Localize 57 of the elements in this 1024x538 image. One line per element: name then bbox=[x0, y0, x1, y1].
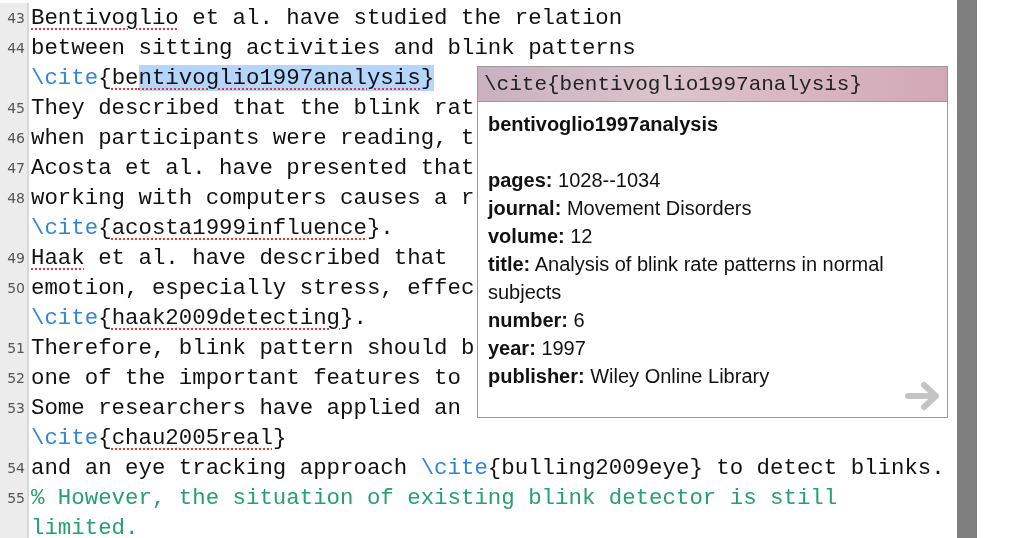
latex-command: \cite bbox=[31, 425, 99, 451]
code-text: be bbox=[111, 65, 139, 91]
scrollbar[interactable] bbox=[957, 0, 977, 538]
line-number: 51 bbox=[7, 340, 25, 356]
code-text: }. bbox=[366, 215, 394, 241]
latex-command: \cite bbox=[31, 65, 99, 91]
line-number: 49 bbox=[7, 250, 25, 266]
latex-command: \cite bbox=[31, 215, 99, 241]
line-number: 44 bbox=[7, 40, 25, 56]
arrow-right-icon[interactable] bbox=[905, 381, 941, 411]
code-text: { bbox=[98, 65, 112, 91]
line-number: 53 bbox=[7, 400, 25, 416]
code-text: Bentivoglio bbox=[31, 5, 179, 31]
code-text: }. bbox=[340, 305, 367, 331]
code-text: Acosta et al. have presented that bbox=[31, 155, 475, 181]
citation-field: pages: 1028--1034 bbox=[488, 166, 661, 194]
code-text: et al. have described that bbox=[97, 245, 448, 271]
code-text: { bbox=[98, 305, 112, 331]
line-number: 54 bbox=[7, 460, 25, 476]
code-text: ntivoglio1997analysis bbox=[138, 65, 421, 91]
code-text: Haak bbox=[31, 245, 85, 271]
latex-command: \cite bbox=[420, 455, 488, 481]
citation-field: number: 6 bbox=[488, 306, 585, 334]
code-text: { bbox=[98, 215, 112, 241]
citation-key: bentivoglio1997analysis bbox=[488, 110, 719, 138]
code-text: } bbox=[272, 425, 287, 451]
latex-comment: % However, the situation of existing blink detector is still bbox=[31, 485, 838, 511]
code-text: {bulling2009eye} to detect blinks. bbox=[487, 455, 945, 481]
code-text: and an eye tracking approach bbox=[31, 455, 409, 481]
line-number: 50 bbox=[7, 280, 25, 296]
line-number: 46 bbox=[7, 130, 25, 146]
popup-title: \cite{bentivoglio1997analysis} bbox=[478, 67, 947, 102]
code-text: et al. have studied the relation bbox=[191, 5, 623, 31]
code-text: They described that the blink rat bbox=[31, 95, 475, 121]
line-number: 45 bbox=[7, 100, 25, 116]
code-text: emotion, especially stress, effec bbox=[31, 275, 475, 301]
code-text: one of the important features to bbox=[31, 365, 461, 391]
code-text: acosta1999influence bbox=[111, 215, 367, 241]
line-number: 47 bbox=[7, 160, 25, 176]
code-text: Therefore, blink pattern should b bbox=[31, 335, 475, 361]
code-text: Some researchers have applied an bbox=[31, 395, 461, 421]
code-text: between sitting activities and blink patterns bbox=[31, 35, 636, 61]
latex-command: \cite bbox=[31, 305, 99, 331]
citation-field: journal: Movement Disorders bbox=[488, 194, 752, 222]
line-number: 48 bbox=[7, 190, 25, 206]
line-number: 43 bbox=[7, 10, 25, 26]
code-text: when participants were reading, t bbox=[31, 125, 475, 151]
code-text: haak2009detecting bbox=[111, 305, 341, 331]
line-number: 52 bbox=[7, 370, 25, 386]
code-text: chau2005real bbox=[111, 425, 273, 451]
latex-comment: limited. bbox=[31, 515, 139, 538]
citation-field: volume: 12 bbox=[488, 222, 593, 250]
code-text: working with computers causes a r bbox=[31, 185, 475, 211]
line-number: 55 bbox=[7, 490, 25, 506]
citation-field: publisher: Wiley Online Library bbox=[488, 362, 770, 390]
citation-field: year: 1997 bbox=[488, 334, 586, 362]
code-text: { bbox=[98, 425, 112, 451]
